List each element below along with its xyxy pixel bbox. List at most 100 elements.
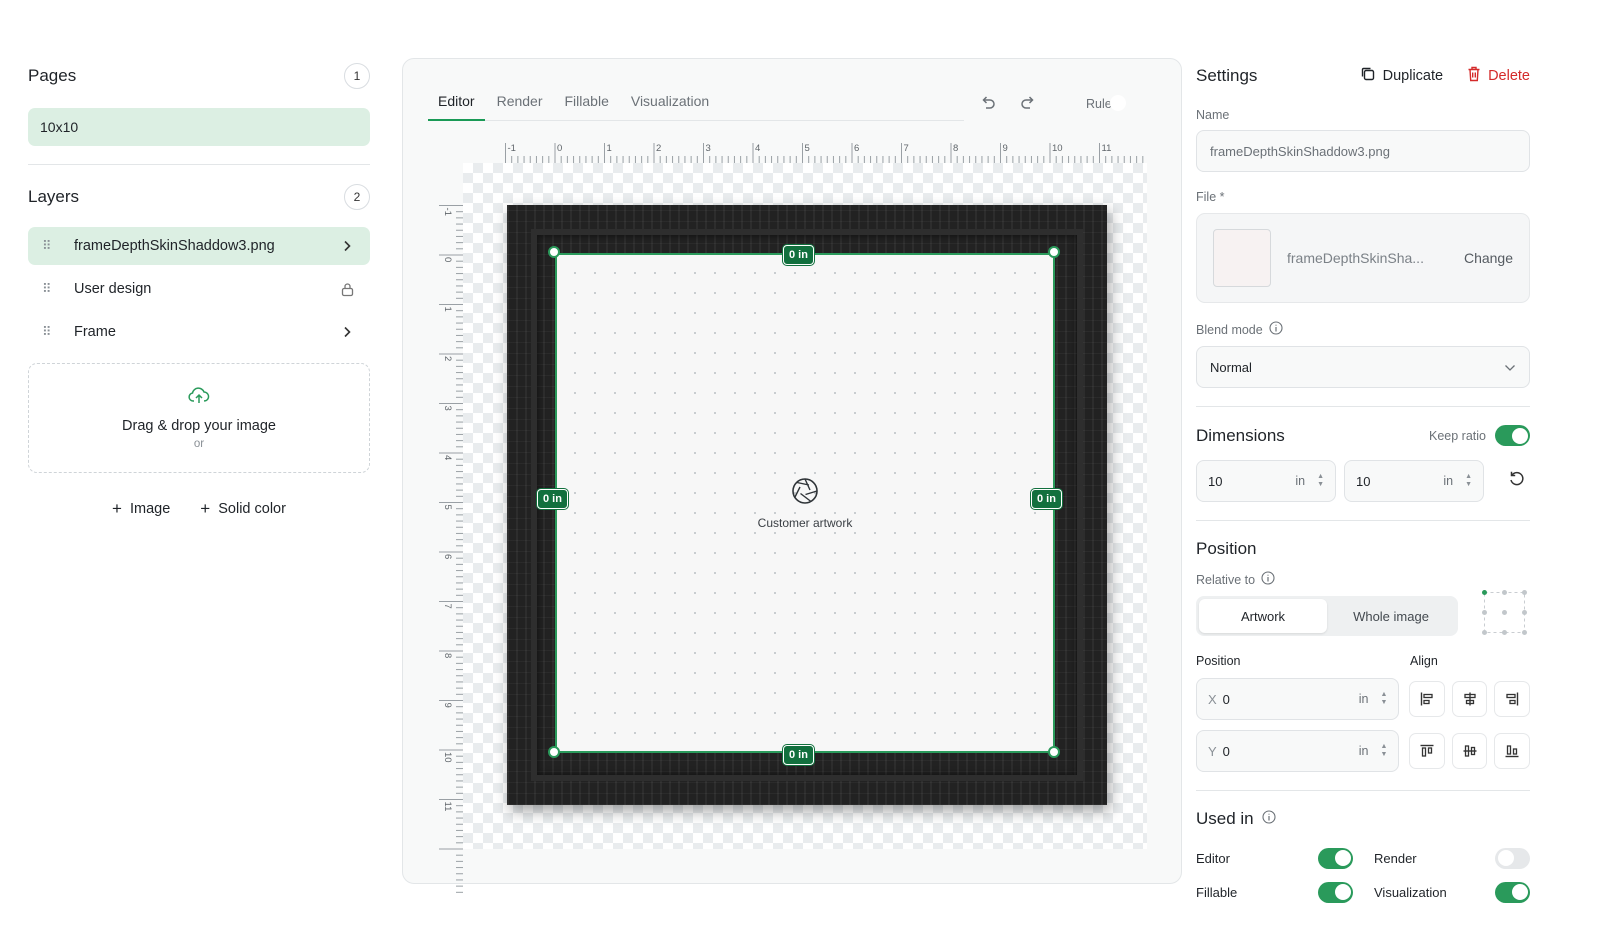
resize-handle-top-left[interactable]: [548, 246, 560, 258]
redo-icon[interactable]: [1019, 94, 1037, 117]
stepper-icon[interactable]: ▲ ▼: [1465, 473, 1472, 489]
tab-visualization[interactable]: Visualization: [621, 87, 719, 121]
chevron-down-icon: [1504, 360, 1516, 375]
relative-to-segmented-control: Artwork Whole image: [1196, 596, 1458, 636]
editor-canvas[interactable]: Customer artwork 0 in 0 in 0 in 0 in: [463, 163, 1147, 849]
blend-mode-select[interactable]: Normal: [1196, 346, 1530, 388]
used-in-visualization-label: Visualization: [1374, 884, 1447, 900]
layers-title: Layers: [28, 187, 80, 206]
info-icon[interactable]: [1269, 321, 1283, 338]
align-left-button[interactable]: [1409, 681, 1445, 717]
anchor-top-right[interactable]: [1522, 590, 1527, 595]
align-vertical-center-button[interactable]: [1451, 733, 1488, 769]
anchor-bottom-left[interactable]: [1482, 630, 1487, 635]
drag-handle-icon[interactable]: ⠿: [42, 281, 62, 297]
divider: [1196, 406, 1530, 407]
align-bottom-icon: [1505, 745, 1519, 758]
change-file-button[interactable]: Change: [1464, 250, 1513, 266]
x-unit: in: [1358, 692, 1369, 706]
chevron-right-icon[interactable]: [338, 240, 356, 252]
align-top-button[interactable]: [1409, 733, 1445, 769]
anchor-point-picker[interactable]: [1482, 590, 1527, 635]
drag-handle-icon[interactable]: ⠿: [42, 324, 62, 340]
ruler-tick-label: 4: [755, 143, 760, 154]
gap-label-bottom: 0 in: [783, 745, 814, 765]
resize-handle-bottom-right[interactable]: [1048, 746, 1060, 758]
layer-item-frame-shadow[interactable]: ⠿ frameDepthSkinShaddow3.png: [28, 227, 370, 265]
ruler-tick-label: 11: [442, 802, 453, 812]
tab-editor[interactable]: Editor: [428, 87, 485, 121]
layer-item-user-design[interactable]: ⠿ User design: [28, 270, 370, 308]
keep-ratio-toggle[interactable]: [1495, 425, 1530, 446]
stepper-icon[interactable]: ▲ ▼: [1317, 473, 1324, 489]
selection-box[interactable]: [555, 253, 1055, 753]
x-value: 0: [1222, 691, 1230, 707]
used-in-fillable-toggle[interactable]: [1318, 881, 1353, 903]
anchor-bottom-right[interactable]: [1522, 630, 1527, 635]
dimensions-header: Dimensions Keep ratio: [1196, 425, 1530, 446]
align-horizontal-center-icon: [1464, 692, 1476, 706]
pages-count-badge: 1: [344, 63, 370, 89]
chevron-right-icon[interactable]: [338, 326, 356, 338]
anchor-top-center[interactable]: [1502, 590, 1507, 595]
page-item-label: 10x10: [40, 119, 79, 135]
anchor-bottom-center[interactable]: [1502, 630, 1507, 635]
align-right-icon: [1506, 692, 1519, 706]
ruler-tick-label: 4: [442, 455, 453, 460]
page-item-10x10[interactable]: 10x10: [28, 108, 370, 146]
stepper-icon[interactable]: ▲ ▼: [1381, 743, 1388, 759]
tab-fillable[interactable]: Fillable: [555, 87, 619, 121]
tab-render[interactable]: Render: [487, 87, 553, 121]
info-icon[interactable]: [1262, 809, 1276, 829]
resize-handle-top-right[interactable]: [1048, 246, 1060, 258]
used-in-fillable-label: Fillable: [1196, 884, 1238, 900]
align-bottom-button[interactable]: [1494, 733, 1530, 769]
add-solid-color-label: Solid color: [218, 501, 286, 517]
delete-label: Delete: [1488, 68, 1530, 84]
x-position-input[interactable]: X 0 in ▲ ▼: [1196, 678, 1400, 720]
ruler-tick-label: 9: [442, 703, 453, 708]
used-in-render-toggle[interactable]: [1495, 847, 1530, 869]
relative-artwork-option[interactable]: Artwork: [1199, 599, 1327, 633]
image-dropzone[interactable]: Drag & drop your image or: [28, 363, 370, 473]
file-field-label: File *: [1196, 190, 1530, 204]
used-in-editor-toggle[interactable]: [1318, 847, 1353, 869]
relative-label-text: Relative to: [1196, 572, 1256, 587]
align-right-button[interactable]: [1494, 681, 1530, 717]
anchor-middle-right[interactable]: [1522, 610, 1527, 615]
stepper-icon[interactable]: ▲ ▼: [1381, 691, 1388, 707]
reset-icon[interactable]: [1508, 470, 1526, 493]
align-horizontal-center-button[interactable]: [1451, 681, 1488, 717]
anchor-top-left[interactable]: [1482, 590, 1487, 595]
dimensions-title: Dimensions: [1196, 425, 1285, 445]
y-value: 0: [1222, 743, 1230, 759]
relative-whole-image-option[interactable]: Whole image: [1327, 599, 1455, 633]
anchor-center[interactable]: [1502, 610, 1507, 615]
used-in-title: Used in: [1196, 809, 1254, 828]
editor-panel: Editor Render Fillable Visualization Rul…: [402, 58, 1182, 893]
resize-handle-bottom-left[interactable]: [548, 746, 560, 758]
drag-handle-icon[interactable]: ⠿: [42, 238, 62, 254]
used-in-visualization: Visualization: [1374, 875, 1530, 909]
used-in-render: Render: [1374, 841, 1530, 875]
used-in-visualization-toggle[interactable]: [1495, 881, 1530, 903]
add-solid-color-button[interactable]: + Solid color: [200, 499, 286, 519]
info-icon[interactable]: [1261, 571, 1275, 588]
anchor-middle-left[interactable]: [1482, 610, 1487, 615]
ruler-tick-label: 1: [442, 307, 453, 312]
gap-label-top: 0 in: [783, 245, 814, 265]
add-image-button[interactable]: + Image: [112, 499, 170, 519]
vertical-ruler: -1 0 1 2 3 4 5 6 7 8 9 10 11: [439, 205, 463, 893]
relative-to-label: Relative to: [1196, 571, 1530, 588]
undo-icon[interactable]: [979, 94, 997, 117]
align-sub-label: Align: [1410, 654, 1438, 668]
duplicate-button[interactable]: Duplicate: [1360, 66, 1443, 86]
height-input[interactable]: 10 in ▲ ▼: [1344, 460, 1484, 502]
delete-button[interactable]: Delete: [1467, 66, 1530, 86]
width-input[interactable]: 10 in ▲ ▼: [1196, 460, 1336, 502]
y-position-input[interactable]: Y 0 in ▲ ▼: [1196, 730, 1400, 772]
layer-item-frame[interactable]: ⠿ Frame: [28, 313, 370, 351]
ruler-tick-label: 11: [1102, 143, 1112, 154]
name-input[interactable]: frameDepthSkinShaddow3.png: [1196, 130, 1530, 172]
width-unit: in: [1295, 474, 1306, 488]
